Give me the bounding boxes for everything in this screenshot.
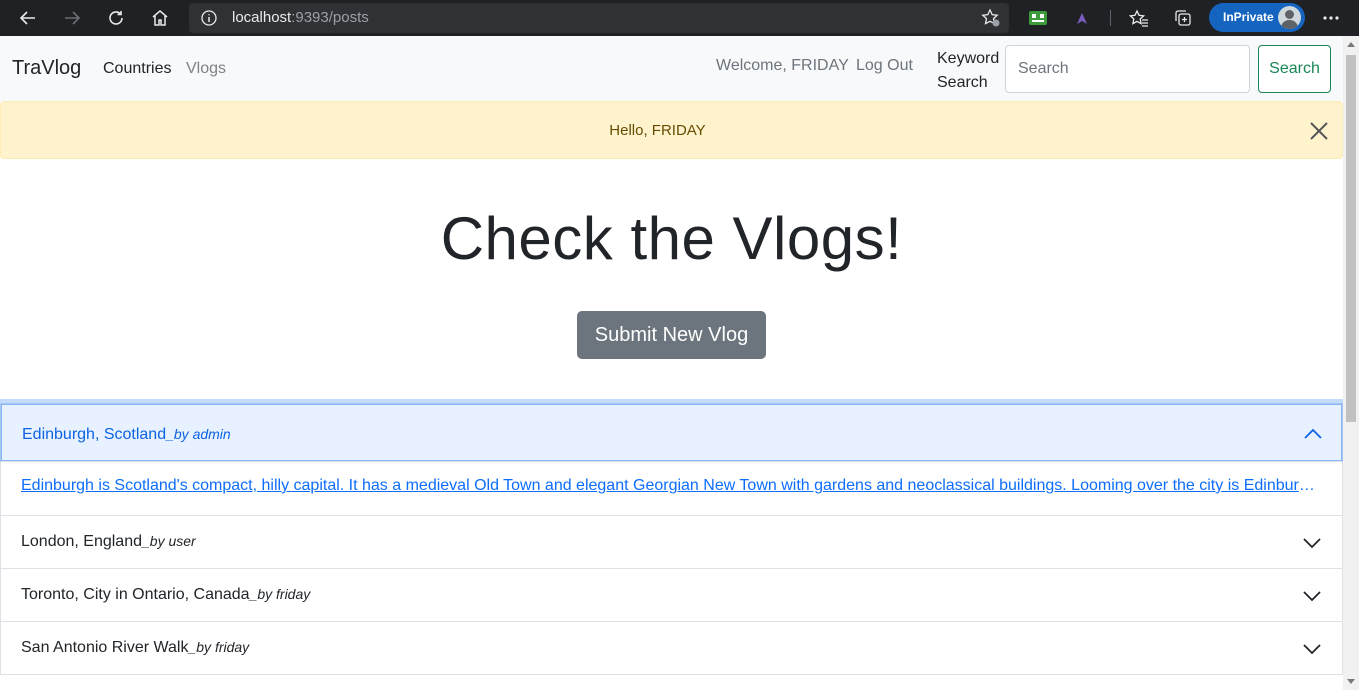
url-path: :9393/posts [291, 9, 369, 26]
close-icon[interactable] [1307, 119, 1331, 143]
accordion-item: London, England_by user [0, 516, 1343, 569]
address-bar[interactable]: localhost:9393/posts [189, 3, 1009, 33]
forward-icon[interactable] [57, 3, 87, 33]
nav-link-vlogs[interactable]: Vlogs [186, 60, 226, 78]
post-title-text: San Antonio River Walk [21, 639, 189, 656]
post-title-text: Toronto, City in Ontario, Canada [21, 586, 250, 603]
welcome-text: Welcome, FRIDAY [716, 57, 849, 74]
page-viewport: TraVlog Countries Vlogs Welcome, FRIDAY … [0, 36, 1343, 690]
browser-toolbar: localhost:9393/posts InPrivate [0, 0, 1359, 36]
chevron-down-icon [1303, 534, 1321, 552]
chevron-up-icon [1304, 425, 1322, 443]
home-icon[interactable] [145, 3, 175, 33]
accordion-item: Edinburgh, Scotland_by admin Edinburgh i… [0, 403, 1343, 516]
vertical-scrollbar[interactable] [1343, 36, 1359, 690]
logout-link[interactable]: Log Out [856, 57, 913, 75]
favorites-icon[interactable] [1124, 3, 1154, 33]
submit-new-vlog-button[interactable]: Submit New Vlog [577, 311, 766, 359]
nav-link-countries[interactable]: Countries [103, 60, 171, 78]
vlog-accordion: Edinburgh, Scotland_by admin Edinburgh i… [0, 403, 1343, 675]
post-description-link[interactable]: Edinburgh is Scotland's compact, hilly c… [21, 477, 1321, 495]
post-title: Toronto, City in Ontario, Canada_by frid… [21, 586, 310, 604]
info-icon[interactable] [201, 10, 217, 31]
url-text: localhost:9393/posts [232, 9, 369, 26]
post-title-text: Edinburgh, Scotland [22, 426, 167, 443]
accordion-header[interactable]: London, England_by user [1, 516, 1342, 568]
url-host: localhost [232, 9, 292, 26]
accordion-header[interactable]: Edinburgh, Scotland_by admin [1, 404, 1342, 461]
post-title: San Antonio River Walk_by friday [21, 639, 249, 657]
chevron-down-icon [1303, 640, 1321, 658]
scroll-up-icon[interactable] [1347, 42, 1355, 47]
post-title: Edinburgh, Scotland_by admin [22, 426, 231, 444]
profile-avatar-icon [1278, 6, 1301, 29]
page-title: Check the Vlogs! [440, 205, 903, 272]
brand-link[interactable]: TraVlog [12, 57, 81, 80]
keyword-search-label: Keyword Search [937, 50, 1000, 91]
greeting-alert: Hello, FRIDAY [0, 101, 1343, 159]
post-author: _by user [142, 533, 196, 549]
scroll-down-icon[interactable] [1347, 679, 1355, 684]
alert-message: Hello, FRIDAY [609, 122, 706, 139]
accordion-item: San Antonio River Walk_by friday [0, 622, 1343, 675]
more-icon[interactable] [1316, 3, 1346, 33]
search-input[interactable] [1005, 45, 1250, 93]
favorite-add-icon[interactable] [981, 8, 1001, 33]
accordion-body: Edinburgh is Scotland's compact, hilly c… [1, 461, 1342, 515]
post-title: London, England_by user [21, 533, 196, 551]
accordion-item: Toronto, City in Ontario, Canada_by frid… [0, 569, 1343, 622]
post-title-text: London, England [21, 533, 142, 550]
collections-icon[interactable] [1168, 3, 1198, 33]
search-button[interactable]: Search [1258, 45, 1331, 93]
chevron-down-icon [1303, 587, 1321, 605]
post-author: _by admin [166, 426, 231, 442]
inprivate-profile-button[interactable]: InPrivate [1209, 3, 1305, 32]
extension-icon[interactable] [1023, 3, 1053, 33]
toolbar-divider [1110, 10, 1111, 26]
refresh-icon[interactable] [101, 3, 131, 33]
post-author: _by friday [249, 586, 311, 602]
post-author: _by friday [188, 639, 250, 655]
accordion-header[interactable]: Toronto, City in Ontario, Canada_by frid… [1, 569, 1342, 621]
inprivate-label: InPrivate [1223, 10, 1274, 24]
navbar: TraVlog Countries Vlogs Welcome, FRIDAY … [0, 36, 1343, 101]
extension-icon[interactable] [1067, 3, 1097, 33]
scrollbar-thumb[interactable] [1346, 55, 1356, 422]
back-icon[interactable] [13, 3, 43, 33]
accordion-header[interactable]: San Antonio River Walk_by friday [1, 622, 1342, 674]
